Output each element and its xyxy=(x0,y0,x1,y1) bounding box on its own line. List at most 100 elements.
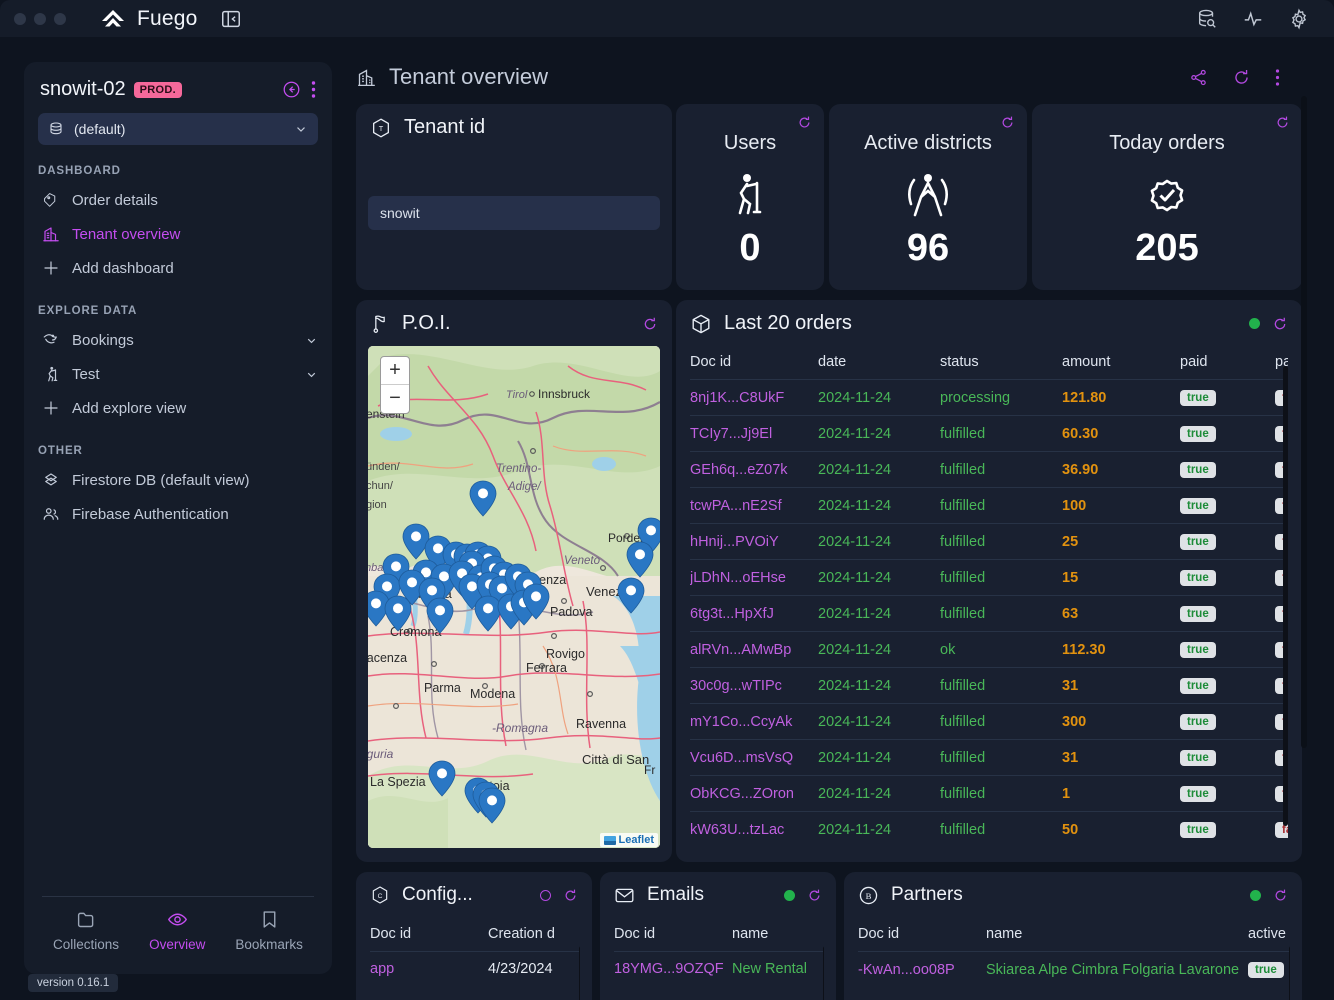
cell-status: ok xyxy=(940,631,1062,668)
table-row[interactable]: jLDhN...oEHse2024-11-24fulfilled15truefa… xyxy=(690,559,1288,596)
column-header[interactable]: Doc id xyxy=(690,344,818,380)
table-row[interactable]: -KwAn...oo08P Skiarea Alpe Cimbra Folgari… xyxy=(858,951,1290,987)
refresh-icon[interactable] xyxy=(1232,68,1251,87)
table-row[interactable]: 8nj1K...C8UkF 2024-11-24 processing 121.80 t… xyxy=(690,379,1288,416)
gear-icon[interactable] xyxy=(1288,7,1310,30)
leaflet-attribution[interactable]: Leaflet xyxy=(599,833,658,847)
orders-vertical-scrollbar[interactable] xyxy=(1283,366,1288,826)
table-row[interactable]: tcwPA...nE2Sf2024-11-24fulfilled100truef… xyxy=(690,487,1288,524)
card-header: T Tenant id xyxy=(356,104,672,139)
sidebar-item-firestore-db-default-view[interactable]: Firestore DB (default view) xyxy=(24,463,332,497)
map-zoom-out-button[interactable]: − xyxy=(381,385,409,413)
column-header[interactable]: name xyxy=(986,916,1248,952)
card-title: Tenant id xyxy=(404,116,486,138)
cell-doc: TCIy7...Jj9El xyxy=(690,415,818,452)
cell-status: fulfilled xyxy=(940,523,1062,560)
sidebar-item-bookings[interactable]: Bookings xyxy=(24,323,332,357)
chevron-down-icon[interactable] xyxy=(305,368,318,381)
emails-table-scroll[interactable]: Doc id name 18YMG...9OZQF New Rental xyxy=(614,916,824,1000)
table-row[interactable]: TCIy7...Jj9El 2024-11-24 fulfilled 60.30 tru… xyxy=(690,415,1288,452)
table-row[interactable]: Vcu6D...msVsQ2024-11-24fulfilled31truefa… xyxy=(690,739,1288,776)
table-row[interactable]: 18YMG...9OZQF New Rental xyxy=(614,951,824,986)
sidebar-item-add-dashboard[interactable]: Add dashboard xyxy=(24,251,332,285)
more-vertical-icon[interactable] xyxy=(1275,68,1280,87)
column-header[interactable]: Doc id xyxy=(370,916,488,952)
cell-paid: true xyxy=(1180,559,1275,596)
sidebar-item-firebase-authentication[interactable]: Firebase Authentication xyxy=(24,497,332,531)
column-header[interactable]: paid xyxy=(1180,344,1275,380)
config-vertical-scrollbar[interactable] xyxy=(579,946,580,1000)
close-window-button[interactable] xyxy=(14,12,26,25)
footer-tab-collections[interactable]: Collections xyxy=(53,909,119,952)
chevron-down-icon[interactable] xyxy=(305,334,318,347)
refresh-icon[interactable] xyxy=(1000,115,1015,135)
cell-doc: 6tg3t...HpXfJ xyxy=(690,595,818,632)
table-row[interactable]: 30c0g...wTIPc2024-11-24fulfilled31truefa… xyxy=(690,667,1288,704)
card-title: Last 20 orders xyxy=(724,312,852,334)
window-traffic-lights xyxy=(0,12,66,25)
poi-map[interactable]: Tirol Innsbruck enstein ünden/ chun/ gio… xyxy=(368,346,660,848)
refresh-icon[interactable] xyxy=(807,888,822,903)
cell-doc: kW63U...tzLac xyxy=(690,811,818,847)
column-header[interactable]: active xyxy=(1248,916,1290,952)
back-circle-icon[interactable] xyxy=(282,80,301,99)
database-search-icon[interactable] xyxy=(1196,8,1218,30)
refresh-icon[interactable] xyxy=(642,316,658,332)
footer-tab-overview[interactable]: Overview xyxy=(149,909,205,952)
table-row[interactable]: kW63U...tzLac2024-11-24fulfilled50truefa… xyxy=(690,811,1288,847)
cell-amount: 60.30 xyxy=(1062,415,1180,452)
column-header[interactable]: Doc id xyxy=(858,916,986,952)
emails-vertical-scrollbar[interactable] xyxy=(823,946,824,1000)
sidebar-item-tenant-overview[interactable]: Tenant overview xyxy=(24,217,332,251)
cell-date: 2024-11-24 xyxy=(818,451,940,488)
cell-doc: -KwAn...oo08P xyxy=(858,951,986,987)
page-vertical-scrollbar[interactable] xyxy=(1301,96,1307,748)
cell-date: 2024-11-24 xyxy=(818,487,940,524)
maximize-window-button[interactable] xyxy=(54,12,66,25)
column-header[interactable]: amount xyxy=(1062,344,1180,380)
column-header[interactable]: name xyxy=(732,916,824,952)
cell-amount: 31 xyxy=(1062,739,1180,776)
orders-table-scroll[interactable]: Doc iddatestatusamountpaidpartially 8nj1… xyxy=(690,344,1288,850)
map-zoom-in-button[interactable]: + xyxy=(381,357,409,385)
database-select[interactable]: (default) xyxy=(38,113,318,145)
eye-icon xyxy=(167,913,187,926)
share-icon[interactable] xyxy=(1189,68,1208,87)
cell-status: fulfilled xyxy=(940,559,1062,596)
cell-amount: 31 xyxy=(1062,667,1180,704)
refresh-icon[interactable] xyxy=(1272,316,1288,332)
table-row[interactable]: app 4/23/2024 xyxy=(370,951,580,986)
paid-badge: true xyxy=(1180,714,1216,730)
cell-amount: 100 xyxy=(1062,487,1180,524)
sidebar-item-test[interactable]: Test xyxy=(24,357,332,391)
version-label: version 0.16.1 xyxy=(28,974,119,992)
refresh-icon[interactable] xyxy=(797,115,812,135)
more-vertical-icon[interactable] xyxy=(311,80,316,99)
hiker-icon xyxy=(48,366,58,382)
refresh-icon[interactable] xyxy=(563,888,578,903)
sidebar-item-order-details[interactable]: Order details xyxy=(24,183,332,217)
column-header[interactable]: Creation d xyxy=(488,916,580,952)
table-row[interactable]: hHnij...PVOiY2024-11-24fulfilled25truefa… xyxy=(690,523,1288,560)
refresh-icon[interactable] xyxy=(1275,115,1290,135)
partners-vertical-scrollbar[interactable] xyxy=(1289,946,1290,1000)
minimize-window-button[interactable] xyxy=(34,12,46,25)
activity-pulse-icon[interactable] xyxy=(1242,8,1264,30)
table-row[interactable]: GEh6q...eZ07k 2024-11-24 fulfilled 36.90 tru… xyxy=(690,451,1288,488)
column-header[interactable]: date xyxy=(818,344,940,380)
panel-collapse-icon[interactable] xyxy=(220,8,242,30)
cell-doc: jLDhN...oEHse xyxy=(690,559,818,596)
tenant-id-field[interactable]: snowit xyxy=(368,196,660,230)
partners-table-scroll[interactable]: Doc id name active -KwAn...oo08P Skiarea Al… xyxy=(858,916,1290,1000)
column-header[interactable]: Doc id xyxy=(614,916,732,952)
table-row[interactable]: alRVn...AMwBp2024-11-24ok112.30truefalse xyxy=(690,631,1288,668)
table-row[interactable]: mY1Co...CcyAk2024-11-24fulfilled300truef… xyxy=(690,703,1288,740)
column-header[interactable]: status xyxy=(940,344,1062,380)
refresh-icon[interactable] xyxy=(1273,888,1288,903)
cell-doc: 18YMG...9OZQF xyxy=(614,951,732,986)
table-row[interactable]: 6tg3t...HpXfJ2024-11-24fulfilled63truefa… xyxy=(690,595,1288,632)
table-row[interactable]: ObKCG...ZOron2024-11-24fulfilled1truefal… xyxy=(690,775,1288,812)
config-table-scroll[interactable]: Doc id Creation d app 4/23/2024 xyxy=(370,916,580,1000)
footer-tab-bookmarks[interactable]: Bookmarks xyxy=(235,909,303,952)
sidebar-item-add-explore-view[interactable]: Add explore view xyxy=(24,391,332,425)
